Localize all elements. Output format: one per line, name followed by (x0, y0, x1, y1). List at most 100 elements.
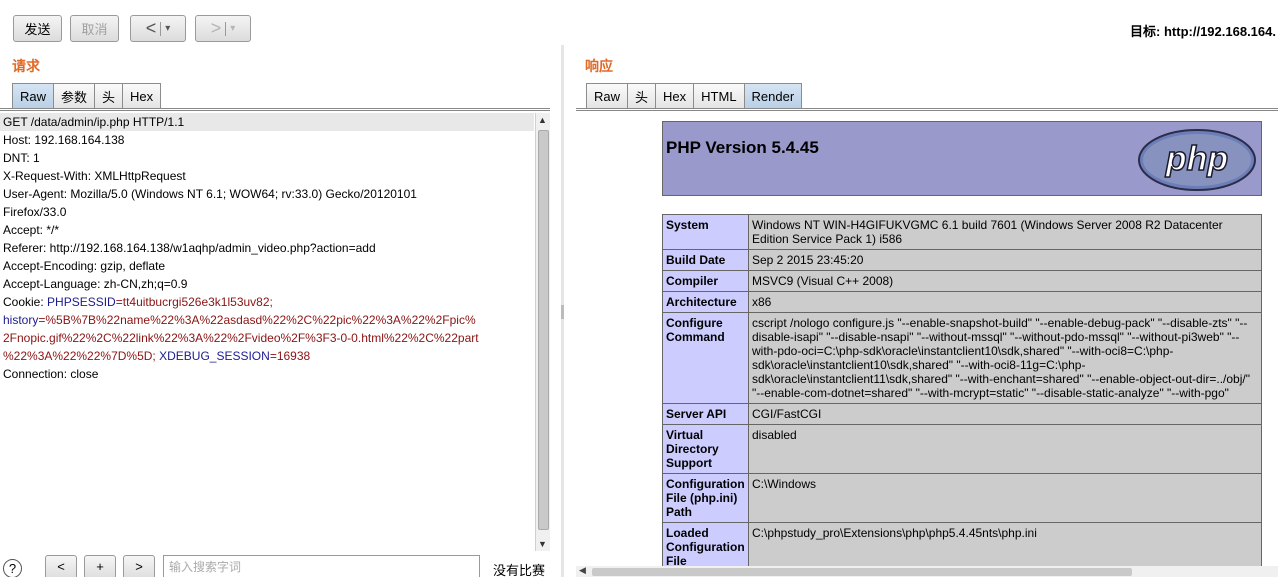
pane-splitter[interactable] (561, 45, 564, 577)
cookie-line: history=%5B%7B%22name%22%3A%22asdasd%22%… (0, 311, 534, 329)
row-value: CGI/FastCGI (748, 403, 1262, 425)
request-tabs: Raw 参数 头 Hex (12, 83, 162, 109)
cookie-value: =tt4uitbucrgi526e3k1l53uv82; (115, 295, 273, 309)
tab-raw[interactable]: Raw (12, 83, 55, 109)
cookie-value: %22%3A%22%22%7D%5D; (3, 349, 156, 363)
request-line: Accept: */* (3, 223, 60, 237)
table-row: Configure Command cscript /nologo configu… (662, 312, 1262, 404)
row-key: Architecture (662, 291, 749, 313)
row-value: disabled (748, 424, 1262, 474)
send-button[interactable]: 发送 (13, 15, 62, 42)
chevron-down-icon: ▾ (165, 23, 171, 34)
request-line: Host: 192.168.164.138 (3, 133, 125, 147)
row-value: MSVC9 (Visual C++ 2008) (748, 270, 1262, 292)
cookie-value: =16938 (269, 349, 311, 363)
row-value: x86 (748, 291, 1262, 313)
cookie-name: XDEBUG_SESSION (159, 349, 270, 363)
search-add-button[interactable]: + (84, 555, 116, 577)
row-key: Configuration File (php.ini) Path (662, 473, 749, 523)
table-row: Build Date Sep 2 2015 23:45:20 (662, 249, 1262, 271)
row-value: Windows NT WIN-H4GIFUKVGMC 6.1 build 760… (748, 214, 1262, 250)
request-line: X-Request-With: XMLHttpRequest (3, 169, 186, 183)
scroll-down-icon[interactable]: ▼ (538, 539, 547, 549)
scroll-thumb[interactable] (538, 130, 549, 530)
php-logo-icon: php (1138, 129, 1256, 191)
row-key: Build Date (662, 249, 749, 271)
table-row: Configuration File (php.ini) Path C:\Wind… (662, 473, 1262, 523)
request-vertical-scrollbar[interactable]: ▲ ▼ (535, 113, 550, 551)
request-line: Accept-Language: zh-CN,zh;q=0.9 (3, 277, 188, 291)
row-value: cscript /nologo configure.js "--enable-s… (748, 312, 1262, 404)
tab-params[interactable]: 参数 (53, 83, 96, 109)
request-title: 请求 (12, 58, 40, 74)
row-key: Loaded Configuration File (662, 522, 749, 566)
forward-arrow-icon: > (210, 18, 222, 38)
row-key: System (662, 214, 749, 250)
request-line: Firefox/33.0 (3, 205, 67, 219)
tab-hex[interactable]: Hex (655, 83, 695, 109)
cookie-value: =%5B%7B%22name%22%3A%22asdasd%22%2C%22pi… (38, 313, 476, 327)
help-icon[interactable]: ? (3, 559, 22, 577)
cookie-label: Cookie: (3, 295, 48, 309)
response-tabs: Raw 头 Hex HTML Render (586, 83, 803, 109)
tab-underline (0, 108, 550, 111)
table-row: Virtual Directory Support disabled (662, 424, 1262, 474)
row-value: C:\Windows (748, 473, 1262, 523)
cookie-name: history (3, 313, 39, 327)
row-value: C:\phpstudy_pro\Extensions\php\php5.4.45… (748, 522, 1262, 566)
forward-button[interactable]: > ▾ (195, 15, 251, 42)
row-key: Server API (662, 403, 749, 425)
request-line: Connection: close (3, 367, 99, 381)
request-line: Referer: http://192.168.164.138/w1aqhp/a… (3, 241, 376, 255)
row-key: Virtual Directory Support (662, 424, 749, 474)
search-next-button[interactable]: > (123, 555, 155, 577)
cookie-name: PHPSESSID (47, 295, 116, 309)
table-row: Compiler MSVC9 (Visual C++ 2008) (662, 270, 1262, 292)
splitter-grip[interactable] (561, 305, 564, 319)
target-label[interactable]: 目标: http://192.168.164. (1130, 21, 1276, 40)
row-key: Compiler (662, 270, 749, 292)
button-separator (225, 21, 227, 36)
table-row: Architecture x86 (662, 291, 1262, 313)
button-separator (160, 21, 162, 36)
back-button[interactable]: < ▾ (130, 15, 186, 42)
row-value: Sep 2 2015 23:45:20 (748, 249, 1262, 271)
burp-repeater-window: { "toolbar": { "send_label": "发送", "canc… (0, 0, 1278, 577)
response-title: 响应 (585, 58, 613, 74)
search-prev-button[interactable]: < (45, 555, 77, 577)
tab-underline (576, 108, 1278, 111)
chevron-down-icon: ▾ (230, 23, 236, 34)
tab-headers[interactable]: 头 (94, 83, 124, 109)
render-view[interactable]: PHP Version 5.4.45 php System Windows NT … (576, 113, 1278, 566)
request-editor[interactable]: GET /data/admin/ip.php HTTP/1.1 Host: 19… (0, 113, 534, 551)
table-row: System Windows NT WIN-H4GIFUKVGMC 6.1 bui… (662, 214, 1262, 250)
cookie-value: 2Fnopic.gif%22%2C%22link%22%3A%22%2Fvide… (3, 331, 479, 345)
php-logo-text: php (1165, 140, 1228, 178)
table-row: Loaded Configuration File C:\phpstudy_pro… (662, 522, 1262, 566)
cookie-line: Cookie: PHPSESSID=tt4uitbucrgi526e3k1l53… (0, 293, 534, 311)
tab-raw[interactable]: Raw (586, 83, 629, 109)
tab-render[interactable]: Render (743, 83, 803, 109)
back-arrow-icon: < (145, 18, 157, 38)
tab-hex[interactable]: Hex (122, 83, 162, 109)
search-input[interactable] (163, 555, 480, 577)
scroll-left-icon[interactable]: ◀ (579, 565, 586, 576)
cookie-line: 2Fnopic.gif%22%2C%22link%22%3A%22%2Fvide… (0, 329, 534, 347)
scroll-thumb[interactable] (592, 568, 1132, 576)
php-version-title: PHP Version 5.4.45 (666, 138, 819, 157)
request-line: Accept-Encoding: gzip, deflate (3, 259, 166, 273)
phpinfo-header: PHP Version 5.4.45 php (662, 121, 1262, 196)
request-line: User-Agent: Mozilla/5.0 (Windows NT 6.1;… (3, 187, 417, 201)
row-key: Configure Command (662, 312, 749, 404)
cookie-line: %22%3A%22%22%7D%5D; XDEBUG_SESSION=16938 (0, 347, 534, 365)
phpinfo-table: System Windows NT WIN-H4GIFUKVGMC 6.1 bui… (662, 214, 1262, 566)
request-line: GET /data/admin/ip.php HTTP/1.1 (0, 113, 534, 131)
table-row: Server API CGI/FastCGI (662, 403, 1262, 425)
render-horizontal-scrollbar[interactable]: ◀ (576, 565, 1278, 577)
tab-headers[interactable]: 头 (627, 83, 657, 109)
scroll-up-icon[interactable]: ▲ (538, 115, 547, 125)
cancel-button[interactable]: 取消 (70, 15, 119, 42)
request-line: DNT: 1 (3, 151, 40, 165)
match-status: 没有比赛 (493, 563, 546, 577)
tab-html[interactable]: HTML (693, 83, 745, 109)
